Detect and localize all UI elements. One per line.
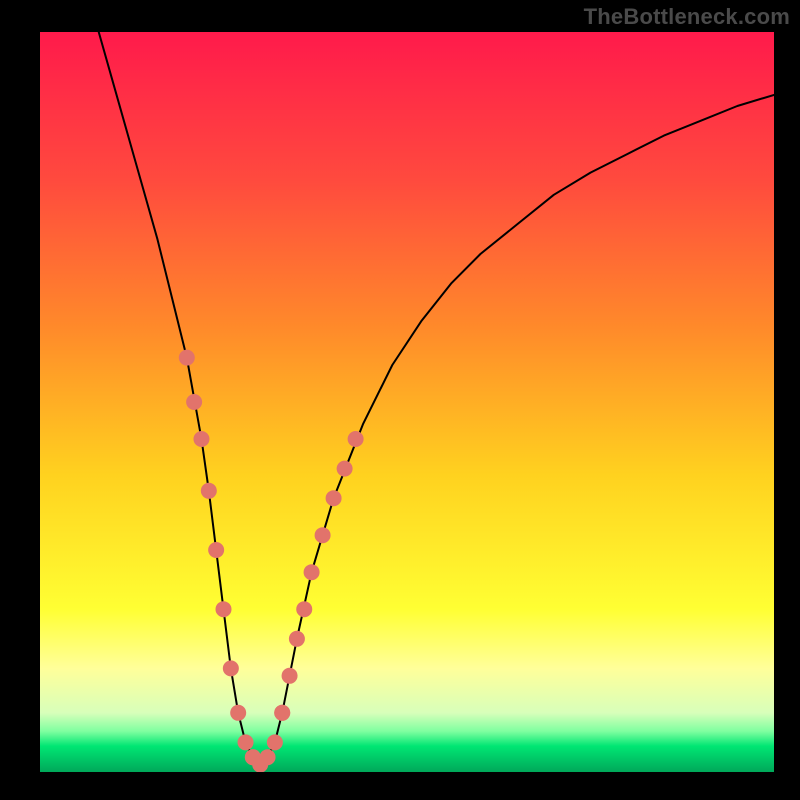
plot-area — [40, 32, 774, 772]
marker-dot — [326, 490, 342, 506]
marker-dot — [201, 483, 217, 499]
marker-dot — [289, 631, 305, 647]
marker-dot — [208, 542, 224, 558]
chart-svg — [40, 32, 774, 772]
marker-dot — [216, 601, 232, 617]
marker-dot — [337, 461, 353, 477]
marker-dot — [238, 734, 254, 750]
marker-dot — [304, 564, 320, 580]
marker-dot — [223, 660, 239, 676]
marker-dot — [267, 734, 283, 750]
marker-dot — [315, 527, 331, 543]
watermark-text: TheBottleneck.com — [584, 4, 790, 30]
chart-frame: TheBottleneck.com — [0, 0, 800, 800]
marker-dot — [186, 394, 202, 410]
marker-dot — [260, 749, 276, 765]
marker-dot — [230, 705, 246, 721]
gradient-background — [40, 32, 774, 772]
marker-dot — [348, 431, 364, 447]
marker-dot — [193, 431, 209, 447]
marker-dot — [296, 601, 312, 617]
marker-dot — [179, 350, 195, 366]
marker-dot — [274, 705, 290, 721]
marker-dot — [282, 668, 298, 684]
